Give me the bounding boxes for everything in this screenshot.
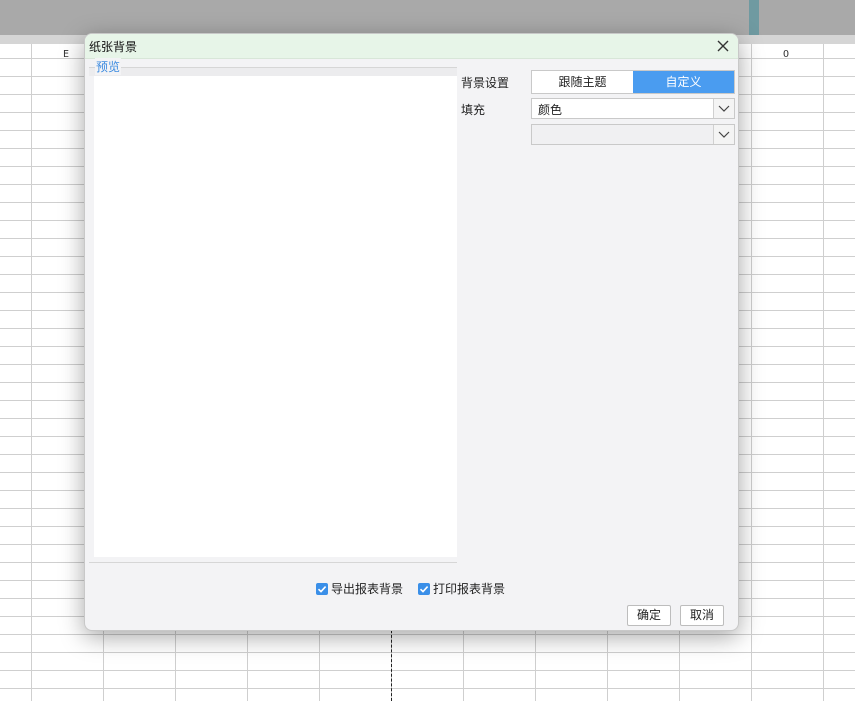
cancel-button[interactable]: 取消 [680, 605, 724, 626]
dialog-titlebar[interactable]: 纸张背景 [85, 34, 738, 59]
segment-custom[interactable]: 自定义 [633, 71, 734, 93]
dialog-title: 纸张背景 [89, 40, 138, 54]
ok-button[interactable]: 确定 [627, 605, 671, 626]
chevron-down-icon[interactable] [713, 125, 734, 144]
fill-type-value: 颜色 [538, 103, 563, 117]
paper-background-dialog: 纸张背景 预览 背景设置 跟随主题 自定义 填充 颜色 导出报表背景 打印报表背 [84, 33, 739, 631]
checkmark-icon [317, 585, 327, 593]
app-toolbar-area [0, 0, 855, 35]
export-background-checkbox-row[interactable]: 导出报表背景 [316, 580, 403, 597]
fill-type-select[interactable]: 颜色 [531, 98, 735, 119]
toolbar-accent-bar [749, 0, 759, 35]
export-background-checkbox[interactable] [316, 582, 328, 595]
preview-frame [89, 68, 457, 76]
preview-canvas [94, 76, 457, 557]
color-picker-select[interactable] [531, 124, 735, 145]
export-background-label[interactable]: 导出报表背景 [331, 580, 403, 597]
print-background-checkbox[interactable] [418, 582, 430, 595]
fill-label: 填充 [461, 103, 486, 117]
column-header-o[interactable]: O [783, 49, 789, 60]
preview-label: 预览 [95, 58, 122, 75]
background-setting-label: 背景设置 [461, 76, 510, 90]
page-break-line [391, 630, 392, 701]
column-header-e[interactable]: E [63, 49, 69, 60]
print-background-checkbox-row[interactable]: 打印报表背景 [418, 580, 505, 597]
background-mode-segmented-control: 跟随主题 自定义 [531, 70, 735, 94]
segment-follow-theme[interactable]: 跟随主题 [532, 71, 633, 93]
close-icon[interactable] [714, 37, 732, 55]
chevron-down-icon[interactable] [713, 99, 734, 118]
checkmark-icon [419, 585, 429, 593]
print-background-label[interactable]: 打印报表背景 [433, 580, 505, 597]
